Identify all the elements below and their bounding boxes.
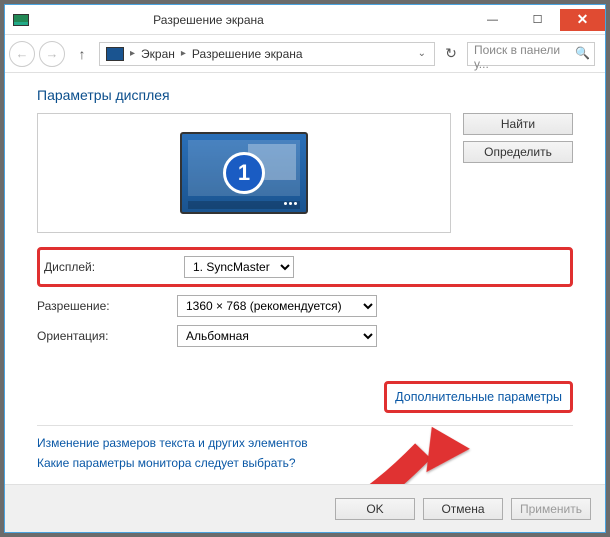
- find-button[interactable]: Найти: [463, 113, 573, 135]
- side-buttons: Найти Определить: [463, 113, 573, 233]
- window-controls: — ☐ ✕: [470, 9, 605, 31]
- orientation-select[interactable]: Альбомная: [177, 325, 377, 347]
- text-size-link[interactable]: Изменение размеров текста и других элеме…: [37, 436, 573, 450]
- which-monitor-link[interactable]: Какие параметры монитора следует выбрать…: [37, 456, 573, 470]
- resolution-select[interactable]: 1360 × 768 (рекомендуется): [177, 295, 377, 317]
- navbar: ← → ↑ ▸ Экран ▸ Разрешение экрана ⌄ ↻ По…: [5, 35, 605, 73]
- cancel-button[interactable]: Отмена: [423, 498, 503, 520]
- window-display-settings: Разрешение экрана — ☐ ✕ ← → ↑ ▸ Экран ▸ …: [4, 4, 606, 533]
- breadcrumb-part-screen[interactable]: Экран: [137, 47, 179, 61]
- breadcrumb-part-resolution[interactable]: Разрешение экрана: [188, 47, 307, 61]
- close-button[interactable]: ✕: [560, 9, 605, 31]
- apply-button[interactable]: Применить: [511, 498, 591, 520]
- monitor-taskbar: [188, 201, 300, 209]
- chevron-right-icon: ▸: [179, 48, 188, 59]
- resolution-label: Разрешение:: [37, 299, 177, 313]
- app-icon: [13, 14, 29, 26]
- monitor-number: 1: [223, 152, 265, 194]
- display-preview-row: 1 Найти Определить: [37, 113, 573, 233]
- divider: [37, 425, 573, 426]
- breadcrumb[interactable]: ▸ Экран ▸ Разрешение экрана ⌄: [99, 42, 435, 66]
- ok-button[interactable]: OK: [335, 498, 415, 520]
- breadcrumb-dropdown[interactable]: ⌄: [412, 48, 432, 59]
- display-row: Дисплей: 1. SyncMaster: [44, 256, 566, 278]
- identify-button[interactable]: Определить: [463, 141, 573, 163]
- advanced-settings-link[interactable]: Дополнительные параметры: [384, 381, 573, 413]
- breadcrumb-icon: [106, 47, 124, 61]
- window-title: Разрешение экрана: [37, 13, 470, 27]
- maximize-button[interactable]: ☐: [515, 9, 560, 31]
- display-preview: 1: [37, 113, 451, 233]
- display-select[interactable]: 1. SyncMaster: [184, 256, 294, 278]
- display-label: Дисплей:: [44, 260, 184, 274]
- orientation-label: Ориентация:: [37, 329, 177, 343]
- annotation-arrow: [263, 425, 473, 484]
- titlebar: Разрешение экрана — ☐ ✕: [5, 5, 605, 35]
- advanced-wrap: Дополнительные параметры: [37, 381, 573, 413]
- search-placeholder: Поиск в панели у...: [474, 43, 560, 71]
- highlight-display-row: Дисплей: 1. SyncMaster: [37, 247, 573, 287]
- forward-button[interactable]: →: [39, 41, 65, 67]
- chevron-right-icon: ▸: [128, 48, 137, 59]
- refresh-button[interactable]: ↻: [439, 42, 463, 66]
- content: Параметры дисплея 1 Найти Определить Ди: [5, 73, 605, 484]
- page-heading: Параметры дисплея: [37, 87, 573, 103]
- search-input[interactable]: Поиск в панели у... 🔍: [467, 42, 595, 66]
- minimize-button[interactable]: —: [470, 9, 515, 31]
- orientation-row: Ориентация: Альбомная: [37, 325, 573, 347]
- search-icon: 🔍: [575, 46, 590, 60]
- resolution-row: Разрешение: 1360 × 768 (рекомендуется): [37, 295, 573, 317]
- button-bar: OK Отмена Применить: [5, 484, 605, 532]
- back-button[interactable]: ←: [9, 41, 35, 67]
- monitor-1[interactable]: 1: [180, 132, 308, 214]
- up-button[interactable]: ↑: [71, 43, 93, 65]
